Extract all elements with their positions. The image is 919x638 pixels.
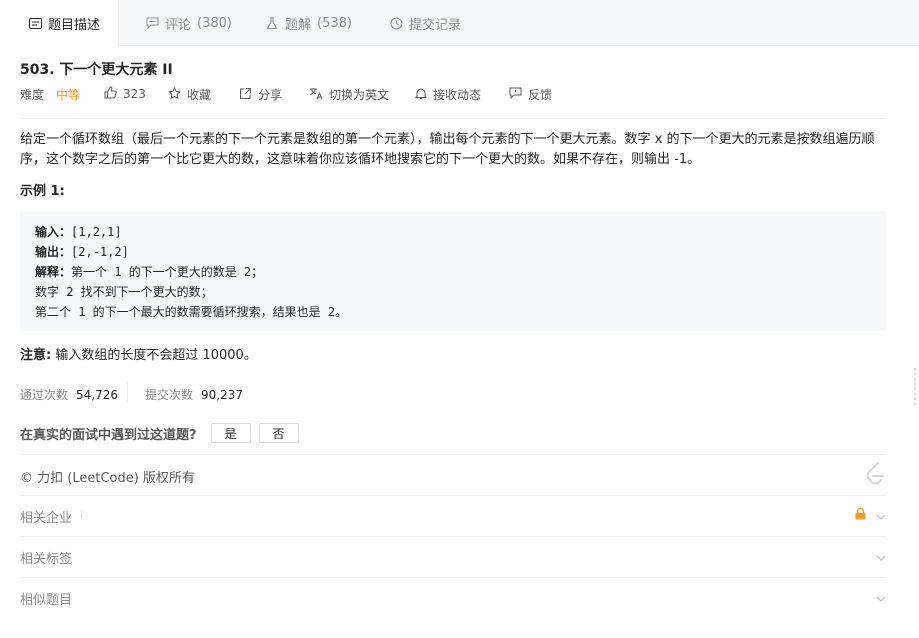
lock-icon xyxy=(855,507,866,524)
info-icon: ⅰ xyxy=(80,510,83,522)
thumbs-up-icon xyxy=(104,86,117,102)
description-line: 序，这个数字之后的第一个比它更大的数，这意味着你应该循环地搜索它的下一个更大的数… xyxy=(20,152,701,167)
similar-problems-label: 相似题目 xyxy=(20,592,73,608)
tab-solutions[interactable]: 题解 (538) xyxy=(265,0,352,46)
tab-solutions-label: 题解 xyxy=(285,17,312,33)
tab-solutions-count: (538) xyxy=(317,15,352,31)
follow-label: 接收动态 xyxy=(433,88,482,102)
submitted-stat: 提交次数 90,237 xyxy=(145,386,243,403)
submitted-label: 提交次数 xyxy=(145,388,194,402)
copyright-row: © 力扣 (LeetCode) 版权所有 xyxy=(20,456,886,496)
divider xyxy=(20,454,886,455)
feedback-button[interactable]: 反馈 xyxy=(509,86,552,103)
note-label: 注意: xyxy=(20,348,52,363)
related-tags-row[interactable]: 相关标签 xyxy=(20,537,886,577)
difficulty-label: 难度 xyxy=(20,88,45,102)
feedback-icon xyxy=(509,87,522,102)
yes-button[interactable]: 是 xyxy=(210,423,251,443)
input-label: 输入： xyxy=(35,225,72,239)
example-code-block: 输入：[1,2,1] 输出：[2,-1,2] 解释：第一个 1 的下一个更大的数… xyxy=(20,211,886,331)
follow-button[interactable]: 接收动态 xyxy=(414,86,482,103)
tab-bar: 题目描述 评论 (380) 题解 (538) 提交记录 xyxy=(0,0,919,47)
explain-label: 解释： xyxy=(35,265,72,279)
similar-problems-row[interactable]: 相似题目 xyxy=(20,578,886,618)
explain-line: 第二个 1 的下一个最大的数需要循环搜索，结果也是 2。 xyxy=(35,305,348,319)
stats-separator xyxy=(127,382,128,402)
chevron-down-icon[interactable] xyxy=(876,550,886,565)
favorite-label: 收藏 xyxy=(187,88,212,102)
problem-note: 注意: 输入数组的长度不会超过 10000。 xyxy=(20,344,257,363)
like-button[interactable]: 323 xyxy=(104,86,146,102)
comment-icon xyxy=(145,16,159,30)
accepted-stat: 通过次数 54,726 xyxy=(20,386,118,403)
solution-flask-icon xyxy=(265,16,279,30)
tab-comments[interactable]: 评论 (380) xyxy=(145,0,232,46)
chevron-down-icon[interactable] xyxy=(876,509,886,524)
tab-submissions[interactable]: 提交记录 xyxy=(389,0,461,46)
share-icon xyxy=(239,87,252,103)
problem-description: 给定一个循环数组（最后一个元素的下一个元素是数组的第一个元素），输出每个元素的下… xyxy=(20,130,886,170)
accepted-label: 通过次数 xyxy=(20,388,69,402)
difficulty: 难度 中等 xyxy=(20,86,80,103)
star-icon xyxy=(168,86,181,103)
no-button[interactable]: 否 xyxy=(258,423,299,443)
problem-title: 503. 下一个更大元素 II xyxy=(20,62,173,78)
tab-description[interactable]: 题目描述 xyxy=(0,0,119,47)
tab-submissions-label: 提交记录 xyxy=(409,17,462,33)
share-label: 分享 xyxy=(258,88,283,102)
tab-description-label: 题目描述 xyxy=(48,18,101,33)
problem-meta-bar: 难度 中等 323 收藏 分享 切换为英文 接收动态 反馈 xyxy=(20,86,886,104)
copyright-text: © 力扣 (LeetCode) 版权所有 xyxy=(20,470,195,486)
explain-line: 数字 2 找不到下一个更大的数； xyxy=(35,285,213,299)
note-text: 输入数组的长度不会超过 10000。 xyxy=(51,348,257,363)
feedback-label: 反馈 xyxy=(528,88,553,102)
output-value: [2,-1,2] xyxy=(71,245,129,259)
like-count: 323 xyxy=(123,87,146,101)
bell-icon xyxy=(414,87,428,103)
tab-comments-count: (380) xyxy=(197,15,232,31)
chevron-down-icon[interactable] xyxy=(876,591,886,606)
interview-question: 在真实的面试中遇到过这道题? 是 否 xyxy=(20,422,307,444)
submitted-value: 90,237 xyxy=(201,388,244,402)
leetcode-logo-icon xyxy=(864,461,886,491)
example-title: 示例 1: xyxy=(20,184,65,199)
accepted-value: 54,726 xyxy=(76,388,119,402)
explain-line: 第一个 1 的下一个更大的数是 2； xyxy=(71,265,264,279)
related-companies-row[interactable]: 相关企业 ⅰ xyxy=(20,496,886,536)
history-clock-icon xyxy=(389,16,403,30)
favorite-button[interactable]: 收藏 xyxy=(168,86,211,103)
tab-comments-label: 评论 xyxy=(165,17,192,33)
related-tags-label: 相关标签 xyxy=(20,551,73,567)
description-icon xyxy=(28,17,42,31)
related-companies-label: 相关企业 xyxy=(20,510,73,526)
input-value: [1,2,1] xyxy=(71,225,122,239)
description-line: 给定一个循环数组（最后一个元素的下一个元素是数组的第一个元素），输出每个元素的下… xyxy=(20,132,875,147)
share-button[interactable]: 分享 xyxy=(239,86,282,103)
translate-button[interactable]: 切换为英文 xyxy=(309,86,389,103)
translate-label: 切换为英文 xyxy=(329,88,390,102)
interview-question-text: 在真实的面试中遇到过这道题? xyxy=(20,427,197,443)
divider xyxy=(20,118,886,119)
translate-icon xyxy=(309,87,323,103)
panel-resize-handle[interactable] xyxy=(913,368,917,414)
difficulty-value: 中等 xyxy=(56,88,81,102)
output-label: 输出： xyxy=(35,245,72,259)
